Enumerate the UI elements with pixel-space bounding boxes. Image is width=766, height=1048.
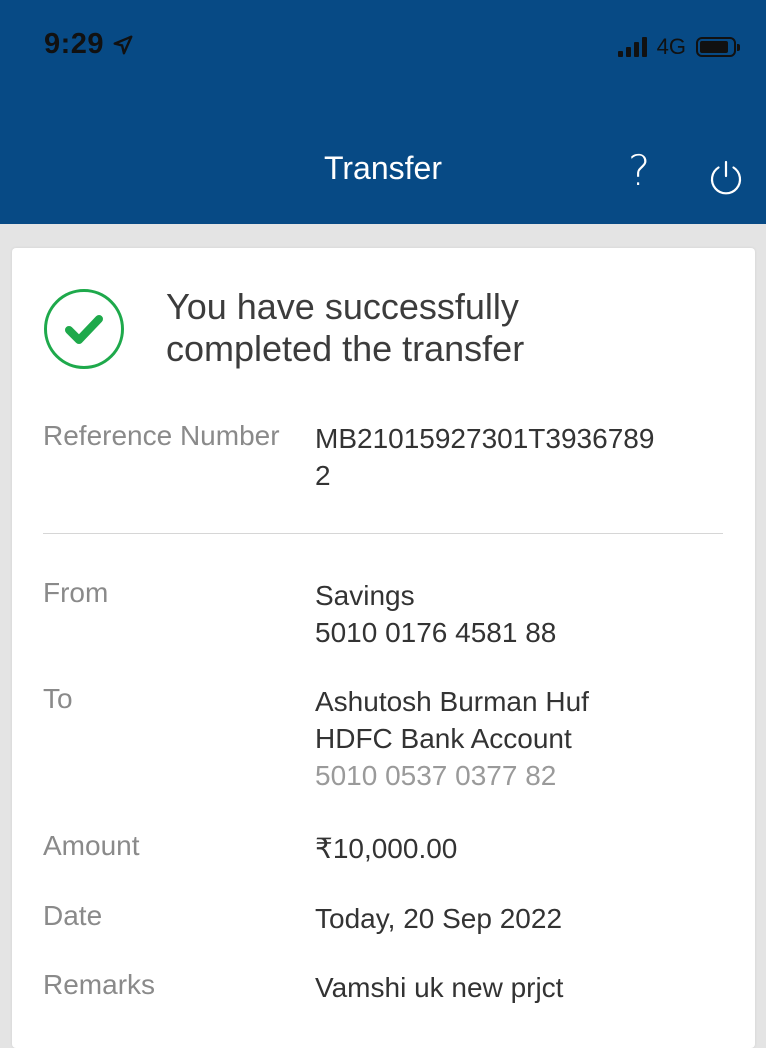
success-message-line1: You have successfully [166,286,519,327]
page-title: Transfer [324,150,442,186]
reference-number-label: Reference Number [43,420,280,451]
amount-value: ₹10,000.00 [315,833,458,864]
status-bar-time: 9:29 [44,28,134,61]
status-time-text: 9:29 [44,28,105,60]
section-divider [43,533,723,534]
remarks-label: Remarks [43,969,156,1000]
to-label: To [43,683,73,714]
from-label: From [43,577,109,608]
from-account-type: Savings [315,580,415,611]
reference-number-line2: 2 [315,460,331,491]
to-account-number: 5010 0537 0377 82 [315,760,557,791]
remarks-value: Vamshi uk new prjct [315,972,564,1003]
date-value: Today, 20 Sep 2022 [315,903,563,934]
battery-icon [696,37,740,57]
transfer-confirmation-card: You have successfully completed the tran… [12,248,755,1048]
amount-label: Amount [43,830,140,861]
status-bar-indicators: 4G [617,34,740,60]
power-logout-icon[interactable] [706,158,746,198]
help-button[interactable]: ? [628,150,650,192]
to-payee-name: Ashutosh Burman Huf [315,686,589,717]
from-account-number: 5010 0176 4581 88 [315,617,557,648]
app-header: 9:29 4G Transfer ? [0,0,766,224]
network-type-label: 4G [656,34,686,59]
to-bank-name: HDFC Bank Account [315,723,572,754]
reference-number-line1: MB21015927301T3936789 [315,423,655,454]
success-message-line2: completed the transfer [166,328,525,369]
cellular-signal-icon [617,37,647,57]
from-value: Savings 5010 0176 4581 88 [315,577,715,651]
success-check-icon [44,289,124,369]
location-arrow-icon [113,35,133,54]
to-value: Ashutosh Burman Huf HDFC Bank Account 50… [315,683,715,794]
date-label: Date [43,900,103,931]
reference-number-value: MB21015927301T3936789 2 [315,420,715,494]
success-message: You have successfully completed the tran… [166,286,606,370]
